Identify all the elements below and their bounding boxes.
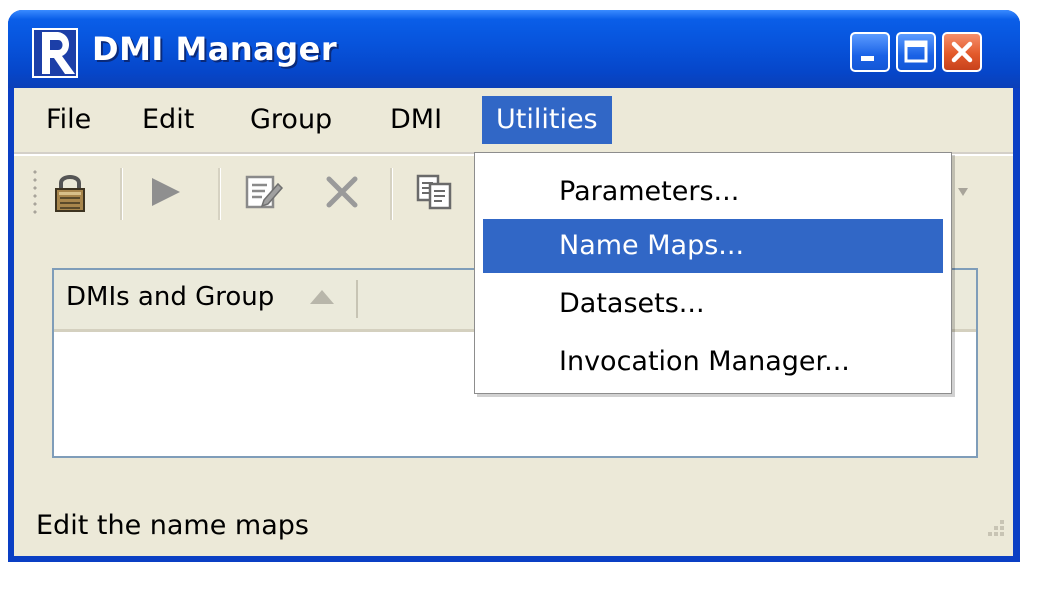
- edit-icon[interactable]: [242, 170, 286, 214]
- title-bar[interactable]: DMI Manager: [8, 10, 1020, 88]
- toolbar-separator: [120, 168, 123, 220]
- app-logo-icon: [32, 28, 78, 78]
- toolbar-separator: [218, 168, 221, 220]
- minimize-button[interactable]: [850, 32, 890, 72]
- toolbar-overflow-icon[interactable]: [954, 182, 972, 202]
- menu-edit[interactable]: Edit: [128, 96, 208, 144]
- column-divider[interactable]: [356, 280, 358, 318]
- close-button[interactable]: [942, 32, 982, 72]
- menu-bar: File Edit Group DMI Utilities: [14, 88, 1013, 150]
- column-header-dmis-and-groups[interactable]: DMIs and Group: [54, 270, 360, 329]
- maximize-button[interactable]: [896, 32, 936, 72]
- copy-icon[interactable]: [412, 170, 456, 214]
- window-title: DMI Manager: [92, 30, 338, 68]
- menu-group[interactable]: Group: [236, 96, 346, 144]
- play-icon[interactable]: [144, 170, 188, 214]
- sort-ascending-icon: [310, 290, 334, 304]
- menu-utilities[interactable]: Utilities: [482, 96, 612, 144]
- toolbar-grip[interactable]: [32, 168, 38, 218]
- menu-dmi[interactable]: DMI: [376, 96, 456, 144]
- maximize-icon: [904, 40, 928, 63]
- menu-item-parameters[interactable]: Parameters...: [483, 165, 943, 219]
- menu-file[interactable]: File: [32, 96, 105, 144]
- resize-grip-icon[interactable]: [980, 512, 1006, 538]
- menu-item-name-maps[interactable]: Name Maps...: [483, 219, 943, 273]
- minimize-icon: [861, 56, 874, 61]
- status-bar-text: Edit the name maps: [36, 510, 309, 541]
- lock-icon[interactable]: [48, 170, 92, 214]
- delete-icon[interactable]: [320, 170, 364, 214]
- column-header-label: DMIs and Group: [66, 282, 275, 312]
- close-icon: [951, 41, 973, 63]
- menu-item-invocation-manager[interactable]: Invocation Manager...: [483, 335, 943, 389]
- toolbar-separator: [390, 168, 393, 220]
- utilities-menu-dropdown: Parameters... Name Maps... Datasets... I…: [474, 152, 952, 394]
- menu-item-datasets[interactable]: Datasets...: [483, 277, 943, 331]
